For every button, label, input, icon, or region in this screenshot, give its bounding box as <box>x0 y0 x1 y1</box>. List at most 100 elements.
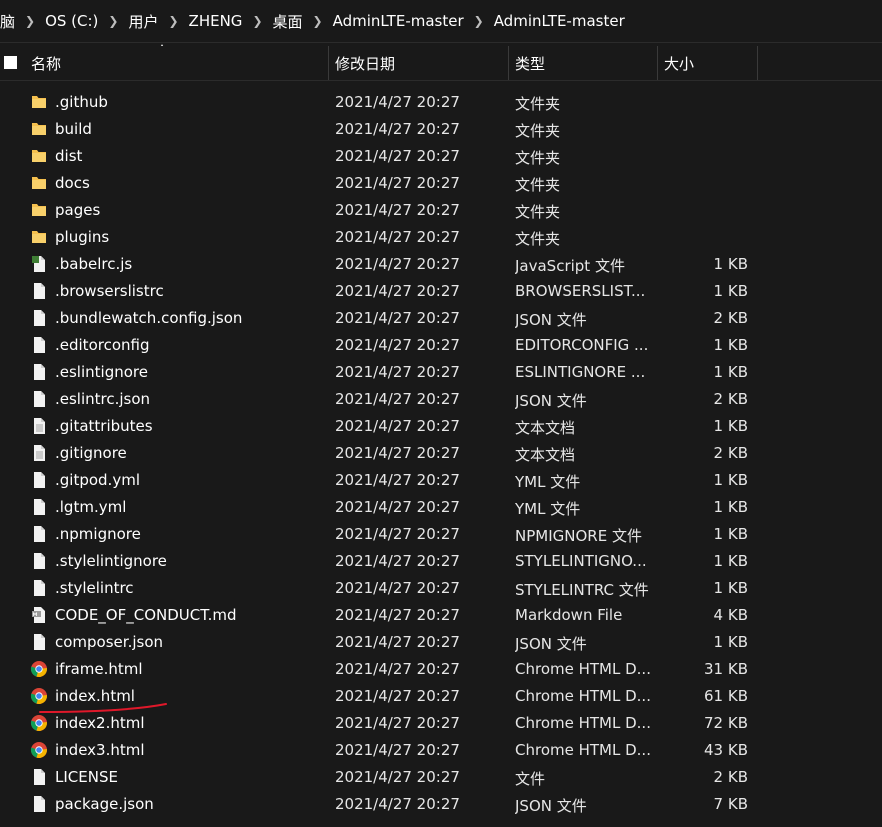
file-modified-date: 2021/4/27 20:27 <box>335 390 460 408</box>
file-type: Markdown File <box>515 606 623 624</box>
column-header-row: 名称 修改日期 类型 大小 <box>0 46 882 81</box>
breadcrumb-item-current-folder[interactable]: AdminLTE-master <box>494 0 625 42</box>
breadcrumb-item-desktop[interactable]: 桌面 ❯ <box>273 0 333 42</box>
file-row[interactable]: build 2021/4/27 20:27 文件夹 <box>0 116 882 143</box>
file-name: docs <box>55 174 90 192</box>
file-icon <box>30 633 48 651</box>
file-row[interactable]: composer.json 2021/4/27 20:27 JSON 文件 1 KB <box>0 629 882 656</box>
folder-icon <box>30 201 48 219</box>
file-size: 72 KB <box>704 714 748 732</box>
file-row[interactable]: .babelrc.js 2021/4/27 20:27 JavaScript 文件 1… <box>0 251 882 278</box>
file-modified-date: 2021/4/27 20:27 <box>335 444 460 462</box>
file-row[interactable]: index2.html 2021/4/27 20:27 Chrome HTML D.… <box>0 710 882 737</box>
chevron-right-icon[interactable]: ❯ <box>25 14 35 28</box>
file-row[interactable]: .github 2021/4/27 20:27 文件夹 <box>0 89 882 116</box>
file-size: 31 KB <box>704 660 748 678</box>
chevron-right-icon[interactable]: ❯ <box>168 14 178 28</box>
breadcrumb-label: AdminLTE-master <box>332 12 464 30</box>
file-row[interactable]: LICENSE 2021/4/27 20:27 文件 2 KB <box>0 764 882 791</box>
file-row[interactable]: .bundlewatch.config.json 2021/4/27 20:27 J… <box>0 305 882 332</box>
file-row[interactable]: CODE_OF_CONDUCT.md 2021/4/27 20:27 Markdow… <box>0 602 882 629</box>
file-size: 1 KB <box>713 471 748 489</box>
file-row[interactable]: .gitpod.yml 2021/4/27 20:27 YML 文件 1 KB <box>0 467 882 494</box>
breadcrumb-item-computer[interactable]: 脑 ❯ <box>0 0 45 42</box>
column-header-size[interactable]: 大小 <box>657 46 757 80</box>
breadcrumb-item-user[interactable]: ZHENG ❯ <box>189 0 273 42</box>
file-icon <box>30 579 48 597</box>
file-size: 1 KB <box>713 633 748 651</box>
file-row[interactable]: .stylelintignore 2021/4/27 20:27 STYLELINT… <box>0 548 882 575</box>
file-size: 2 KB <box>713 444 748 462</box>
file-row[interactable]: .browserslistrc 2021/4/27 20:27 BROWSERSLI… <box>0 278 882 305</box>
file-name: index3.html <box>55 741 145 759</box>
text-file-icon <box>30 444 48 462</box>
file-modified-date: 2021/4/27 20:27 <box>335 498 460 516</box>
breadcrumb-item-users[interactable]: 用户 ❯ <box>128 0 188 42</box>
file-type: 文件夹 <box>515 95 561 113</box>
chrome-icon <box>30 714 48 732</box>
file-row[interactable]: .gitattributes 2021/4/27 20:27 文本文档 1 KB <box>0 413 882 440</box>
column-header-type[interactable]: 类型 <box>508 46 658 80</box>
file-name: plugins <box>55 228 110 246</box>
folder-icon <box>30 93 48 111</box>
breadcrumb-label: OS (C:) <box>45 12 99 30</box>
breadcrumb-item-folder[interactable]: AdminLTE-master ❯ <box>333 0 494 42</box>
file-row[interactable]: pages 2021/4/27 20:27 文件夹 <box>0 197 882 224</box>
file-icon <box>30 336 48 354</box>
file-row[interactable]: .gitignore 2021/4/27 20:27 文本文档 2 KB <box>0 440 882 467</box>
file-size: 43 KB <box>704 741 748 759</box>
file-row[interactable]: docs 2021/4/27 20:27 文件夹 <box>0 170 882 197</box>
chrome-icon <box>30 660 48 678</box>
select-all-checkbox[interactable] <box>4 56 17 69</box>
file-type: JSON 文件 <box>515 635 587 653</box>
file-type: Chrome HTML D... <box>515 687 651 705</box>
breadcrumb-item-drive[interactable]: OS (C:) ❯ <box>45 0 128 42</box>
file-size: 1 KB <box>713 255 748 273</box>
chevron-right-icon[interactable]: ❯ <box>474 14 484 28</box>
file-name: LICENSE <box>55 768 118 786</box>
chevron-right-icon[interactable]: ❯ <box>108 14 118 28</box>
file-row[interactable]: index3.html 2021/4/27 20:27 Chrome HTML D.… <box>0 737 882 764</box>
file-type: 文本文档 <box>515 419 576 437</box>
file-icon <box>30 390 48 408</box>
file-row[interactable]: index.html 2021/4/27 20:27 Chrome HTML D..… <box>0 683 882 710</box>
file-modified-date: 2021/4/27 20:27 <box>335 768 460 786</box>
file-modified-date: 2021/4/27 20:27 <box>335 714 460 732</box>
text-file-icon <box>30 417 48 435</box>
file-row[interactable]: .editorconfig 2021/4/27 20:27 EDITORCONFIG… <box>0 332 882 359</box>
file-size: 2 KB <box>713 390 748 408</box>
address-breadcrumb[interactable]: 脑 ❯ OS (C:) ❯ 用户 ❯ ZHENG ❯ 桌面 ❯ AdminLTE… <box>0 0 882 43</box>
file-type: JavaScript 文件 <box>515 257 625 275</box>
file-row[interactable]: .stylelintrc 2021/4/27 20:27 STYLELINTRC 文… <box>0 575 882 602</box>
file-modified-date: 2021/4/27 20:27 <box>335 633 460 651</box>
file-modified-date: 2021/4/27 20:27 <box>335 282 460 300</box>
file-row[interactable]: dist 2021/4/27 20:27 文件夹 <box>0 143 882 170</box>
file-modified-date: 2021/4/27 20:27 <box>335 741 460 759</box>
file-icon <box>30 795 48 813</box>
file-type: 文本文档 <box>515 446 576 464</box>
file-row[interactable]: plugins 2021/4/27 20:27 文件夹 <box>0 224 882 251</box>
folder-icon <box>30 174 48 192</box>
file-name: .browserslistrc <box>55 282 164 300</box>
chevron-right-icon[interactable]: ❯ <box>252 14 262 28</box>
chevron-right-icon[interactable]: ❯ <box>313 14 323 28</box>
file-row[interactable]: iframe.html 2021/4/27 20:27 Chrome HTML D.… <box>0 656 882 683</box>
column-header-name[interactable]: 名称 <box>24 46 328 80</box>
column-divider[interactable] <box>757 46 758 80</box>
markdown-file-icon <box>30 606 48 624</box>
file-modified-date: 2021/4/27 20:27 <box>335 552 460 570</box>
file-name: .editorconfig <box>55 336 150 354</box>
file-modified-date: 2021/4/27 20:27 <box>335 417 460 435</box>
column-header-modified[interactable]: 修改日期 <box>328 46 508 80</box>
file-row[interactable]: .lgtm.yml 2021/4/27 20:27 YML 文件 1 KB <box>0 494 882 521</box>
file-row[interactable]: .eslintignore 2021/4/27 20:27 ESLINTIGNORE… <box>0 359 882 386</box>
file-name: .gitpod.yml <box>55 471 140 489</box>
file-type: ESLINTIGNORE ... <box>515 363 646 381</box>
file-row[interactable]: package.json 2021/4/27 20:27 JSON 文件 7 KB <box>0 791 882 818</box>
file-size: 4 KB <box>713 606 748 624</box>
file-name: .babelrc.js <box>55 255 133 273</box>
file-row[interactable]: .npmignore 2021/4/27 20:27 NPMIGNORE 文件 1 K… <box>0 521 882 548</box>
file-name: .eslintignore <box>55 363 148 381</box>
file-size: 1 KB <box>713 363 748 381</box>
file-row[interactable]: .eslintrc.json 2021/4/27 20:27 JSON 文件 2 KB <box>0 386 882 413</box>
